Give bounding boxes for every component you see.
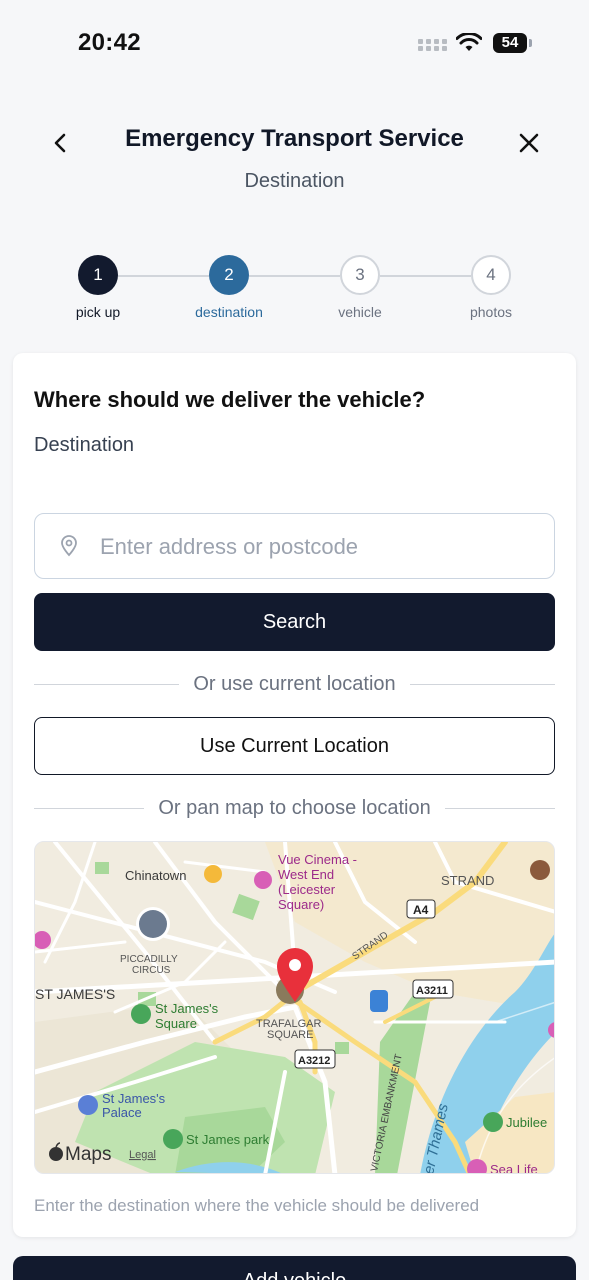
map-label-palace: St James's (102, 1091, 166, 1106)
location-map[interactable]: Chinatown Vue Cinema - West End (Leicest… (34, 841, 555, 1174)
cellular-signal-icon (418, 39, 447, 51)
current-location-divider: Or use current location (34, 672, 556, 696)
address-input[interactable] (100, 532, 530, 562)
map-label-strand: STRAND (441, 873, 494, 888)
form-question: Where should we deliver the vehicle? (34, 387, 426, 412)
step-connector (380, 275, 471, 277)
step-2-circle[interactable]: 2 (209, 255, 249, 295)
divider-text: Or pan map to choose location (158, 796, 431, 819)
map-label-park: St James park (186, 1132, 270, 1147)
helper-text: Enter the destination where the vehicle … (34, 1196, 480, 1215)
map-label-piccadilly: PICCADILLY (120, 954, 178, 965)
map-label-chinatown: Chinatown (125, 868, 186, 883)
step-connector (249, 275, 340, 277)
destination-label: Destination (34, 434, 135, 456)
address-field[interactable] (34, 513, 555, 579)
map-road-a3212: A3212 (298, 1055, 330, 1067)
pan-map-divider: Or pan map to choose location (34, 796, 556, 820)
map-canvas[interactable]: Chinatown Vue Cinema - West End (Leicest… (35, 842, 555, 1174)
map-label-vue-cinema: (Leicester (278, 882, 336, 897)
step-4-circle[interactable]: 4 (471, 255, 511, 295)
map-label-vue-cinema: Square) (278, 897, 324, 912)
map-label-trafalgar: SQUARE (267, 1029, 313, 1041)
wifi-icon (456, 33, 482, 51)
step-3-label: vehicle (338, 304, 382, 320)
step-connector (118, 275, 209, 277)
battery-icon: 54 (493, 33, 527, 53)
divider-text: Or use current location (193, 672, 396, 695)
map-label-vue-cinema: Vue Cinema - (278, 852, 357, 867)
battery-tip (529, 39, 532, 47)
step-4-label: photos (469, 304, 513, 320)
step-1-circle[interactable]: 1 (78, 255, 118, 295)
step-1-label: pick up (75, 304, 121, 320)
map-label-jubilee: Jubilee (506, 1115, 547, 1130)
destination-card: Where should we deliver the vehicle? Des… (13, 353, 576, 1237)
step-2-label: destination (195, 304, 263, 320)
map-label-st-james-square: St James's (155, 1001, 219, 1016)
status-bar: 20:42 54 (0, 0, 589, 90)
primary-action-button[interactable]: Add vehicle (13, 1256, 576, 1280)
map-label-st-james-square: Square (155, 1016, 197, 1031)
page-subtitle: Destination (244, 170, 345, 192)
map-label-palace: Palace (102, 1105, 142, 1120)
progress-stepper: 1 2 3 4 pick up destination vehicle phot… (0, 255, 589, 325)
close-button[interactable] (515, 129, 543, 157)
map-road-a4: A4 (413, 903, 429, 917)
page-title: Emergency Transport Service (125, 125, 464, 152)
map-label-sea-life: Sea Life (490, 1162, 538, 1174)
location-pin-icon (61, 535, 77, 557)
use-current-location-button[interactable]: Use Current Location (34, 717, 555, 775)
map-label-st-james: ST JAMES'S (35, 986, 115, 1002)
map-label-vue-cinema: West End (278, 867, 334, 882)
status-time: 20:42 (78, 29, 141, 56)
search-button[interactable]: Search (34, 593, 555, 651)
close-icon (519, 133, 539, 153)
maps-legal-link[interactable]: Legal (129, 1149, 156, 1161)
map-road-a3211: A3211 (416, 985, 448, 997)
map-label-piccadilly: CIRCUS (132, 965, 171, 976)
step-3-circle[interactable]: 3 (340, 255, 380, 295)
maps-brand: Maps (65, 1144, 111, 1165)
header: Emergency Transport Service Destination (0, 115, 589, 205)
